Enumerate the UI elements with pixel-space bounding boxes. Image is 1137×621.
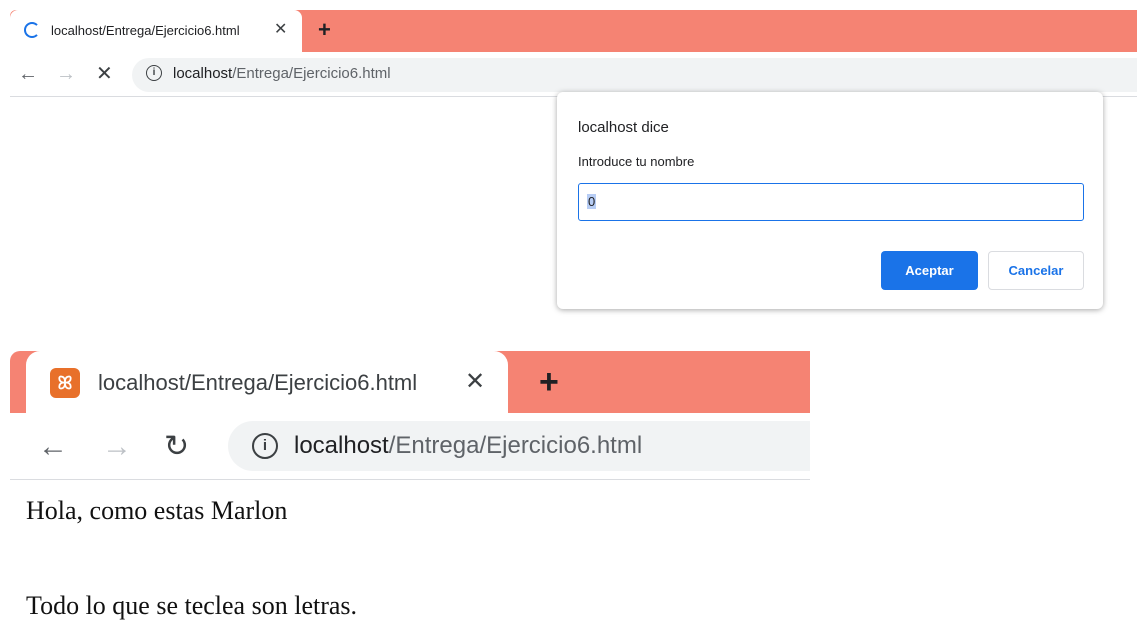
cancel-button[interactable]: Cancelar (988, 251, 1084, 290)
bottom-url[interactable]: localhost/Entrega/Ejercicio6.html (294, 432, 642, 460)
top-forward-icon[interactable]: → (56, 62, 76, 86)
top-stop-icon[interactable]: ✕ (96, 62, 113, 86)
xampp-favicon-icon: ꕤ (50, 368, 80, 398)
dialog-title: localhost dice (578, 119, 669, 136)
name-input-value: 0 (587, 194, 597, 209)
loading-spinner-icon (24, 22, 40, 38)
bottom-reload-icon[interactable]: ↻ (164, 430, 189, 464)
bottom-url-host: localhost (294, 432, 389, 459)
accept-button[interactable]: Aceptar (881, 251, 978, 290)
top-url-host: localhost (173, 65, 233, 82)
dialog-message: Introduce tu nombre (578, 154, 695, 169)
result-text: Todo lo que se teclea son letras. (26, 591, 358, 620)
top-tab-close-icon[interactable]: ✕ (274, 19, 287, 41)
top-site-info-icon[interactable]: i (146, 65, 162, 81)
bottom-url-path: /Entrega/Ejercicio6.html (388, 432, 643, 459)
top-new-tab-button[interactable]: + (318, 17, 331, 43)
bottom-tab-title: localhost/Entrega/Ejercicio6.html (98, 370, 418, 395)
top-tab-title: localhost/Entrega/Ejercicio6.html (51, 23, 240, 38)
name-input[interactable] (578, 183, 1084, 221)
top-url[interactable]: localhost/Entrega/Ejercicio6.html (173, 65, 391, 82)
top-back-icon[interactable]: ← (18, 62, 38, 86)
bottom-new-tab-button[interactable]: + (539, 364, 559, 400)
greeting-text: Hola, como estas Marlon (26, 496, 288, 525)
bottom-tab-close-icon[interactable]: ✕ (465, 369, 485, 395)
bottom-site-info-icon[interactable]: i (252, 433, 278, 459)
bottom-back-icon[interactable]: ← (38, 430, 68, 464)
top-url-path: /Entrega/Ejercicio6.html (232, 65, 391, 82)
bottom-forward-icon[interactable]: → (102, 430, 132, 464)
